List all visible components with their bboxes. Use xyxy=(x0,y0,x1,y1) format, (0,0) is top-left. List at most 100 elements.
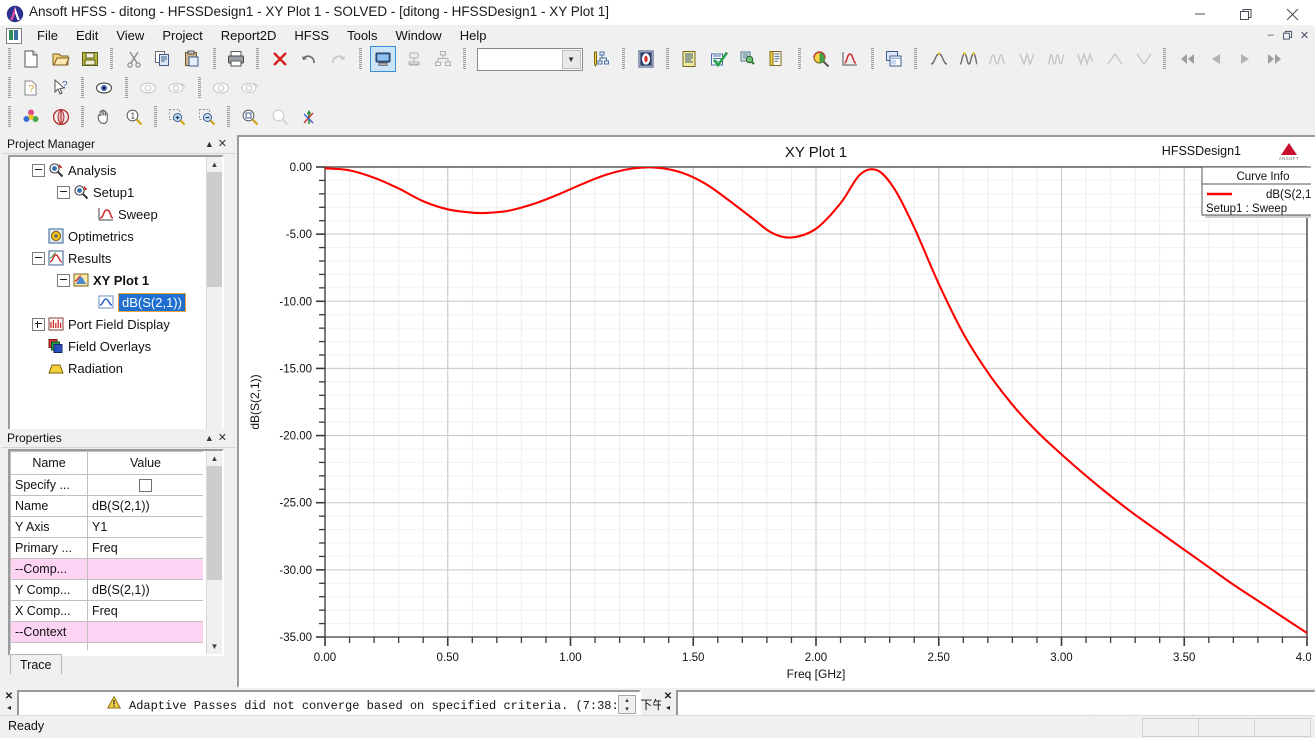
hide-selection-button[interactable] xyxy=(136,76,160,100)
context-help-button[interactable]: ? xyxy=(19,76,43,100)
wave-mode-2-button[interactable] xyxy=(955,47,979,71)
delete-button[interactable] xyxy=(268,47,292,71)
collapse-minus-icon[interactable] xyxy=(32,251,45,265)
whats-this-button[interactable]: ? xyxy=(49,76,73,100)
message-close-icon[interactable]: ✕ xyxy=(5,690,13,703)
analysis-setup-button[interactable] xyxy=(677,47,701,71)
minimize-button[interactable] xyxy=(1177,0,1223,28)
menu-item-file[interactable]: File xyxy=(28,26,67,45)
previous-frame-button[interactable] xyxy=(1204,47,1228,71)
property-row[interactable] xyxy=(10,642,203,650)
collapse-minus-icon[interactable] xyxy=(32,163,45,177)
fit-all-button[interactable] xyxy=(19,105,43,129)
toolbar-grip[interactable] xyxy=(8,77,11,99)
zoom-fit-button[interactable] xyxy=(268,105,292,129)
create-report-button[interactable] xyxy=(838,47,862,71)
play-button[interactable] xyxy=(1233,47,1257,71)
restore-button[interactable] xyxy=(1223,0,1269,28)
show-selection-button[interactable] xyxy=(209,76,233,100)
new-file-button[interactable] xyxy=(19,47,43,71)
close-icon[interactable]: ✕ xyxy=(218,138,231,150)
property-value-cell[interactable] xyxy=(87,558,203,580)
rotate-magnifier-button[interactable]: 1 xyxy=(122,105,146,129)
show-unselected-button[interactable] xyxy=(238,76,262,100)
message-collapse-icon[interactable]: ◂ xyxy=(7,703,11,712)
property-row[interactable]: --Comp... xyxy=(10,558,203,580)
specify-checkbox[interactable] xyxy=(139,479,152,493)
property-value-cell[interactable]: dB(S(2,1)) xyxy=(87,495,203,517)
message-panel-controls[interactable]: ✕ ◂ xyxy=(2,690,16,716)
axes-spin-button[interactable] xyxy=(297,105,321,129)
column-header-name[interactable]: Name xyxy=(10,451,88,475)
property-row[interactable]: Specify ... xyxy=(10,474,203,496)
hide-unselected-button[interactable] xyxy=(165,76,189,100)
property-value-cell[interactable] xyxy=(87,474,203,496)
clipboard-paste-button[interactable] xyxy=(180,47,204,71)
tab-trace[interactable]: Trace xyxy=(10,654,62,674)
xy-plot-window[interactable]: XY Plot 1 HFSSDesign1 ANSOFT 0.00 -5.00 -10.0… xyxy=(237,135,1315,688)
validation-check-button[interactable] xyxy=(707,47,731,71)
zoom-window-button[interactable] xyxy=(238,105,262,129)
show-all-objects-button[interactable] xyxy=(92,76,116,100)
collapse-minus-icon[interactable] xyxy=(57,185,70,199)
wave-mode-3-button[interactable] xyxy=(984,47,1008,71)
first-frame-button[interactable] xyxy=(1175,47,1199,71)
spinner-down-icon[interactable]: ▾ xyxy=(619,705,635,714)
wave-mode-6-button[interactable] xyxy=(1072,47,1096,71)
scroll-up-icon[interactable]: ▲ xyxy=(207,451,222,466)
print-button[interactable] xyxy=(224,47,248,71)
menu-item-window[interactable]: Window xyxy=(386,26,450,45)
mdi-restore-button[interactable] xyxy=(1279,27,1296,43)
property-row[interactable]: X Comp... Freq xyxy=(10,600,203,622)
message-spinner[interactable]: ▴ ▾ xyxy=(618,695,636,714)
duplicate-window-button[interactable] xyxy=(882,47,906,71)
model-button[interactable] xyxy=(634,47,658,71)
scroll-up-icon[interactable]: ▲ xyxy=(207,157,222,172)
redo-button[interactable] xyxy=(326,47,350,71)
properties-scroll-thumb[interactable] xyxy=(207,466,222,580)
collapse-minus-icon[interactable] xyxy=(57,273,70,287)
close-button[interactable] xyxy=(1269,0,1315,28)
progress-close-icon[interactable]: ✕ xyxy=(664,690,672,703)
menu-item-edit[interactable]: Edit xyxy=(67,26,107,45)
menu-item-hfss[interactable]: HFSS xyxy=(285,26,338,45)
properties-grid[interactable]: Name Value Specify ... Name dB(S(2,1)) Y Axi… xyxy=(10,451,203,650)
wave-mode-4-button[interactable] xyxy=(1014,47,1038,71)
collapse-icon[interactable]: ▲ xyxy=(205,139,218,149)
progress-collapse-icon[interactable]: ◂ xyxy=(666,703,670,712)
property-row[interactable]: Y Axis Y1 xyxy=(10,516,203,538)
property-row[interactable]: Primary ... Freq xyxy=(10,537,203,559)
local-machine-button[interactable] xyxy=(370,46,397,72)
distributed-machines-button[interactable] xyxy=(431,47,455,71)
message-list[interactable]: Adaptive Passes did not converge based o… xyxy=(17,690,698,718)
wave-mode-1-button[interactable] xyxy=(926,47,950,71)
analyze-all-button[interactable] xyxy=(736,47,760,71)
zoom-in-button[interactable] xyxy=(165,105,189,129)
column-header-value[interactable]: Value xyxy=(87,451,203,475)
solution-data-button[interactable] xyxy=(765,47,789,71)
expand-plus-icon[interactable] xyxy=(32,317,45,331)
menu-item-project[interactable]: Project xyxy=(153,26,211,45)
spinner-up-icon[interactable]: ▴ xyxy=(619,696,635,705)
scroll-down-icon[interactable]: ▼ xyxy=(207,639,222,654)
property-row[interactable]: Y Comp... dB(S(2,1)) xyxy=(10,579,203,601)
wave-mode-8-button[interactable] xyxy=(1131,47,1155,71)
property-value-cell[interactable]: dB(S(2,1)) xyxy=(87,579,203,601)
menu-item-report2d[interactable]: Report2D xyxy=(212,26,286,45)
properties-vertical-scrollbar[interactable]: ▲ ▼ xyxy=(206,451,222,654)
chevron-down-icon[interactable]: ▼ xyxy=(561,50,581,69)
variable-combo[interactable]: ▼ xyxy=(476,48,583,71)
progress-panel-controls[interactable]: ✕ ◂ xyxy=(661,690,675,716)
toolbar-grip[interactable] xyxy=(8,106,11,128)
last-frame-button[interactable] xyxy=(1263,47,1287,71)
wave-mode-7-button[interactable] xyxy=(1102,47,1126,71)
toolbar-grip[interactable] xyxy=(8,48,11,70)
property-row[interactable]: Name dB(S(2,1)) xyxy=(10,495,203,517)
property-value-cell[interactable]: Freq xyxy=(87,537,203,559)
property-value-cell[interactable] xyxy=(87,642,203,650)
menu-item-tools[interactable]: Tools xyxy=(338,26,386,45)
menu-item-view[interactable]: View xyxy=(107,26,153,45)
panel-header-buttons[interactable]: ▲✕ xyxy=(205,137,231,150)
fit-selection-button[interactable] xyxy=(49,105,73,129)
property-value-cell[interactable] xyxy=(87,621,203,643)
